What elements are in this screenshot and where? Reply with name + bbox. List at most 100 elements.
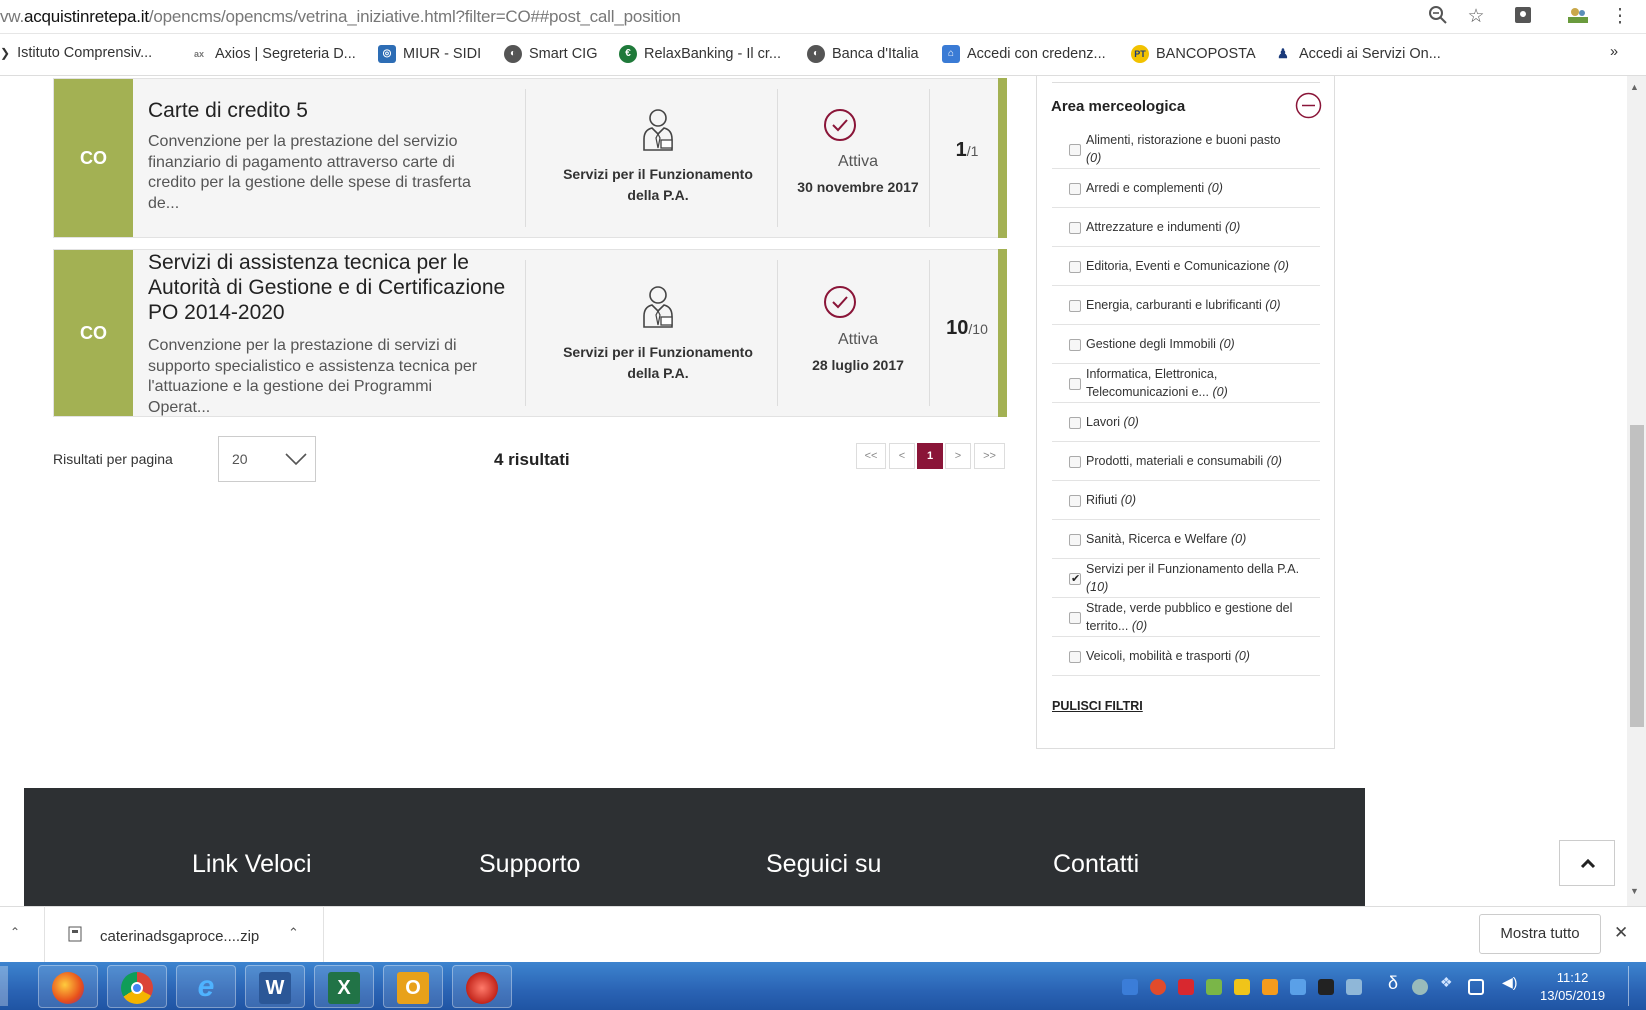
app-tray-icon[interactable] (1178, 979, 1194, 995)
profile-icon[interactable] (1566, 5, 1590, 29)
person-service-icon (643, 286, 673, 328)
checkbox[interactable] (1069, 300, 1081, 312)
antivirus-tray-icon[interactable] (1150, 979, 1166, 995)
filter-option[interactable]: Rifiuti (0) (1052, 481, 1320, 520)
checkbox[interactable] (1069, 612, 1081, 624)
initiative-card[interactable]: CO Servizi di assistenza tecnica per le … (53, 249, 1007, 417)
word-taskbar-button[interactable]: W (245, 965, 305, 1008)
dropbox-tray-icon[interactable]: ❖ (1440, 974, 1453, 991)
next-page-button[interactable]: > (945, 443, 971, 469)
filter-heading: Area merceologica (1051, 98, 1186, 115)
filter-option[interactable]: Strade, verde pubblico e gestione del ter… (1052, 598, 1320, 637)
star-bookmark-icon[interactable]: ☆ (1464, 5, 1488, 29)
scroll-up-icon[interactable]: ▲ (1630, 82, 1639, 92)
checkbox[interactable] (1069, 144, 1081, 156)
taskbar-clock[interactable]: 11:12 13/05/2019 (1540, 969, 1605, 1005)
checkbox[interactable] (1069, 183, 1081, 195)
volume-tray-icon[interactable]: ◀) (1502, 974, 1517, 991)
bookmarks-more-button[interactable]: » (1610, 44, 1618, 60)
outlook-tray-icon[interactable] (1262, 979, 1278, 995)
update-tray-icon[interactable] (1412, 979, 1428, 995)
checkbox[interactable] (1069, 378, 1081, 390)
initiative-card[interactable]: CO Carte di credito 5 Convenzione per la… (53, 78, 1007, 238)
display-tray-icon[interactable] (1468, 979, 1484, 995)
checkbox[interactable] (1069, 222, 1081, 234)
bookmark-item[interactable]: PT BANCOPOSTA (1131, 45, 1256, 63)
extension-icon[interactable] (1511, 5, 1535, 29)
bookmark-item[interactable]: ⌂ Accedi con credenz... (942, 45, 1106, 63)
card-title[interactable]: Carte di credito 5 (148, 98, 308, 123)
checkbox[interactable] (1069, 651, 1081, 663)
zoom-icon[interactable] (1426, 5, 1450, 29)
collapse-minus-icon[interactable] (1295, 92, 1322, 119)
mail-tray-icon[interactable] (1234, 979, 1250, 995)
download-options-icon[interactable]: ⌃ (288, 925, 299, 941)
clear-filters-link[interactable]: PULISCI FILTRI (1052, 699, 1143, 713)
signature-app-taskbar-button[interactable] (452, 965, 512, 1008)
axios-icon: ax (190, 45, 208, 63)
monitor-tray-icon[interactable] (1290, 979, 1306, 995)
start-edge[interactable] (0, 966, 8, 1006)
shield-tray-icon[interactable] (1122, 979, 1138, 995)
delta-tray-icon[interactable]: δ (1388, 973, 1398, 994)
drive-tray-icon[interactable] (1346, 979, 1362, 995)
divider (929, 89, 930, 227)
lock-icon: ⌂ (942, 45, 960, 63)
checkbox[interactable] (1069, 456, 1081, 468)
results-count: 4 risultati (494, 450, 570, 469)
excel-taskbar-button[interactable]: X (314, 965, 374, 1008)
filter-option[interactable]: Prodotti, materiali e consumabili (0) (1052, 442, 1320, 481)
checkbox[interactable] (1069, 417, 1081, 429)
filter-option[interactable]: Attrezzature e indumenti (0) (1052, 208, 1320, 247)
bookmark-item[interactable]: ♟ Accedi ai Servizi On... (1274, 45, 1441, 63)
bookmark-item[interactable]: € RelaxBanking - Il cr... (619, 45, 781, 63)
outlook-taskbar-button[interactable]: O (383, 965, 443, 1008)
results-per-page-select[interactable]: 20 (218, 436, 316, 482)
url-prefix: vw. (0, 7, 24, 26)
filter-option[interactable]: Gestione degli Immobili (0) (1052, 325, 1320, 364)
menu-kebab-icon[interactable]: ⋮ (1608, 5, 1632, 29)
footer-heading-follow: Seguici su (766, 850, 882, 878)
bookmark-item[interactable]: ◐ Banca d'Italia (807, 45, 919, 63)
filter-option[interactable]: Editoria, Eventi e Comunicazione (0) (1052, 247, 1320, 286)
filter-option[interactable]: Sanità, Ricerca e Welfare (0) (1052, 520, 1320, 559)
bookmark-item[interactable]: ❯ Istituto Comprensiv... (0, 45, 152, 61)
network-tray-icon[interactable] (1206, 979, 1222, 995)
show-all-downloads-button[interactable]: Mostra tutto (1479, 914, 1601, 954)
address-bar[interactable]: vw.acquistinretepa.it/opencms/opencms/ve… (0, 0, 1646, 34)
bookmark-item[interactable]: ax Axios | Segreteria D... (190, 45, 356, 63)
card-title[interactable]: Servizi di assistenza tecnica per le Aut… (148, 250, 505, 325)
ie-taskbar-button[interactable]: e (176, 965, 236, 1008)
close-download-bar-icon[interactable]: ✕ (1614, 923, 1628, 943)
scrollbar-thumb[interactable] (1630, 425, 1644, 727)
filter-option[interactable]: Servizi per il Funzionamento della P.A.(… (1052, 559, 1320, 598)
first-page-button[interactable]: << (856, 443, 886, 469)
filter-option[interactable]: Arredi e complementi (0) (1052, 169, 1320, 208)
card-category: Servizi per il Funzionamento della P.A. (563, 344, 753, 381)
last-page-button[interactable]: >> (974, 443, 1005, 469)
page-1-button[interactable]: 1 (917, 443, 943, 469)
bookmark-item[interactable]: ◐ Smart CIG (504, 45, 597, 63)
scroll-down-icon[interactable]: ▼ (1630, 886, 1639, 896)
filter-option[interactable]: Informatica, Elettronica, Telecomunicazio… (1052, 364, 1320, 403)
filter-option[interactable]: Alimenti, ristorazione e buoni pasto (0) (1052, 130, 1320, 169)
chevron-up-icon[interactable]: ⌃ (10, 925, 20, 939)
checkbox[interactable] (1069, 339, 1081, 351)
filter-option[interactable]: Lavori (0) (1052, 403, 1320, 442)
firefox-taskbar-button[interactable] (38, 965, 98, 1008)
back-to-top-button[interactable] (1559, 840, 1615, 886)
filter-option[interactable]: Veicoli, mobilità e trasporti (0) (1052, 637, 1320, 676)
show-desktop-button[interactable] (1628, 966, 1629, 1006)
url-text[interactable]: vw.acquistinretepa.it/opencms/opencms/ve… (0, 7, 681, 27)
checkbox[interactable] (1069, 495, 1081, 507)
user-tray-icon[interactable] (1318, 979, 1334, 995)
filter-option[interactable]: Energia, carburanti e lubrificanti (0) (1052, 286, 1320, 325)
checkbox-checked[interactable] (1069, 570, 1081, 588)
bookmark-item[interactable]: ◎ MIUR - SIDI (378, 45, 481, 63)
site-footer (24, 788, 1365, 906)
checkbox[interactable] (1069, 261, 1081, 273)
prev-page-button[interactable]: < (889, 443, 915, 469)
person-icon: ♟ (1274, 45, 1292, 63)
chrome-taskbar-button[interactable] (107, 965, 167, 1008)
checkbox[interactable] (1069, 534, 1081, 546)
